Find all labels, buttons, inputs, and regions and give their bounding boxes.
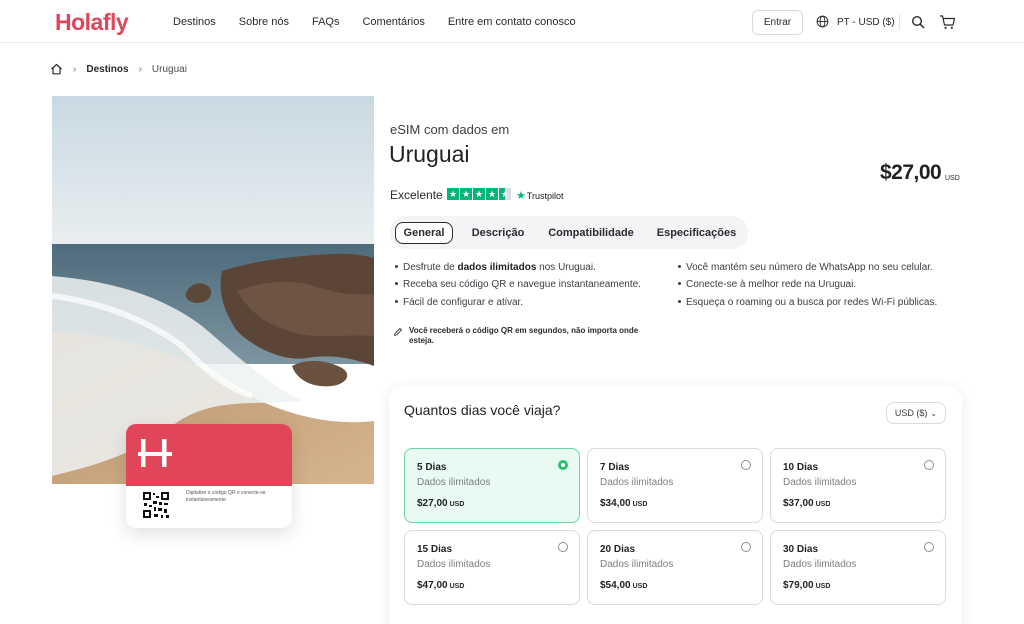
feature-item: Conecte-se à melhor rede na Uruguai. (678, 279, 856, 290)
star-icon: ★ (447, 188, 459, 200)
trustpilot-label: Trustpilot (526, 190, 564, 201)
star-icon: ★ (486, 188, 498, 200)
star-icon: ★ (460, 188, 472, 200)
feature-item: Receba seu código QR e navegue instantan… (395, 279, 641, 290)
plan-option-10-days[interactable]: 10 Dias Dados ilimitados $37,00 USD (770, 448, 946, 523)
plan-option-15-days[interactable]: 15 Dias Dados ilimitados $47,00 USD (404, 530, 580, 605)
product-tabs: General Descrição Compatibilidade Especi… (390, 216, 748, 249)
trustpilot-stars[interactable]: ★ ★ ★ ★ ★ (447, 188, 512, 200)
nav-link-destinos[interactable]: Destinos (173, 16, 216, 28)
radio-unselected[interactable] (924, 460, 934, 470)
esim-card-top (126, 424, 292, 486)
bullet (395, 281, 398, 285)
pencil-icon (394, 328, 402, 336)
plan-option-20-days[interactable]: 20 Dias Dados ilimitados $54,00 USD (587, 530, 763, 605)
feature-item: Desfrute de dados ilimitados nos Uruguai… (395, 262, 596, 273)
esim-card-caption: Digitalize o código QR e conecte-se inst… (186, 490, 266, 503)
breadcrumb: › Destinos › Uruguai (50, 63, 187, 75)
nav-link-sobre[interactable]: Sobre nós (239, 16, 289, 28)
breadcrumb-separator: › (73, 63, 77, 75)
qr-code-icon (142, 491, 170, 519)
trustpilot-logo[interactable]: ★ Trustpilot (516, 189, 564, 202)
plan-option-7-days[interactable]: 7 Dias Dados ilimitados $34,00 USD (587, 448, 763, 523)
feature-item: Fácil de configurar e ativar. (395, 297, 523, 308)
breadcrumb-separator: › (138, 63, 142, 75)
breadcrumb-destinos[interactable]: Destinos (86, 64, 128, 75)
cart-icon[interactable] (939, 14, 956, 30)
nav-link-faqs[interactable]: FAQs (312, 16, 340, 28)
product-price: $27,00 (880, 161, 942, 184)
login-button[interactable]: Entrar (752, 10, 803, 35)
holafly-logo[interactable]: Holafly (55, 9, 129, 36)
nav-link-contato[interactable]: Entre em contato conosco (448, 16, 576, 28)
radio-unselected[interactable] (741, 460, 751, 470)
search-icon[interactable] (911, 15, 925, 29)
top-navbar: Holafly Destinos Sobre nós FAQs Comentár… (0, 0, 1024, 43)
star-icon: ★ (473, 188, 485, 200)
esim-card-graphic: Digitalize o código QR e conecte-se inst… (126, 424, 292, 528)
product-subtitle: eSIM com dados em (390, 122, 510, 137)
chevron-down-icon: ⌄ (930, 408, 938, 418)
product-title: Uruguai (389, 141, 470, 167)
bullet (395, 299, 398, 303)
tab-especificacoes[interactable]: Especificações (654, 222, 739, 244)
tab-descricao[interactable]: Descrição (466, 222, 530, 244)
nav-link-comentarios[interactable]: Comentários (362, 16, 424, 28)
tab-compatibilidade[interactable]: Compatibilidade (544, 222, 638, 244)
radio-unselected[interactable] (924, 542, 934, 552)
locale-selector[interactable]: PT - USD ($) (837, 17, 895, 28)
radio-selected[interactable] (558, 460, 568, 470)
holafly-h-logo (138, 439, 172, 467)
plan-option-5-days[interactable]: 5 Dias Dados ilimitados $27,00 USD (404, 448, 580, 523)
radio-unselected[interactable] (741, 542, 751, 552)
feature-item: Você mantém seu número de WhatsApp no se… (678, 262, 933, 273)
breadcrumb-current: Uruguai (151, 63, 187, 75)
radio-unselected[interactable] (558, 542, 568, 552)
bullet (678, 299, 681, 303)
product-price-currency: USD (945, 175, 960, 182)
qr-delivery-note: Você receberá o código QR em segundos, n… (393, 326, 663, 346)
bullet (395, 264, 398, 268)
half-star-icon: ★ (499, 188, 511, 200)
tab-general[interactable]: General (395, 222, 453, 244)
globe-icon[interactable] (816, 15, 829, 28)
bullet (678, 281, 681, 285)
feature-item: Esqueça o roaming ou a busca por redes W… (678, 297, 937, 308)
rating-label: Excelente (390, 188, 443, 202)
nav-links: Destinos Sobre nós FAQs Comentários Entr… (173, 16, 599, 28)
nav-divider (899, 14, 900, 30)
home-icon[interactable] (50, 63, 63, 75)
plan-option-30-days[interactable]: 30 Dias Dados ilimitados $79,00 USD (770, 530, 946, 605)
bullet (678, 264, 681, 268)
currency-select[interactable]: USD ($) ⌄ (886, 402, 946, 424)
plan-question: Quantos dias você viaja? (404, 402, 561, 418)
trustpilot-star-icon: ★ (516, 190, 526, 202)
